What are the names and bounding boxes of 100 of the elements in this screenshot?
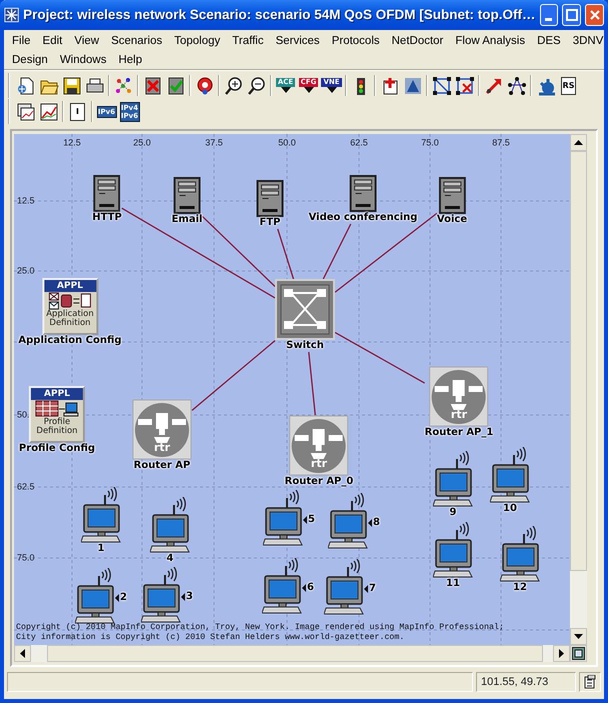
scroll-down-button[interactable] bbox=[570, 628, 587, 645]
node-palette-icon bbox=[114, 76, 134, 96]
label-pointer-icon bbox=[115, 594, 119, 602]
router-type-text: rtr bbox=[152, 442, 172, 454]
right-arrow-icon bbox=[559, 649, 564, 658]
left-arrow-icon bbox=[20, 649, 25, 658]
coordinates-field: 101.55, 49.73 bbox=[476, 672, 576, 692]
ruler-label: 37.5 bbox=[205, 136, 223, 150]
link-line bbox=[277, 228, 294, 280]
new-file-icon bbox=[16, 76, 36, 96]
workstation-icon bbox=[433, 451, 473, 507]
star-diagram-button[interactable] bbox=[505, 74, 528, 97]
ruler-label: 75.0 bbox=[421, 136, 439, 150]
node-label: 2 bbox=[120, 592, 127, 604]
node-label: HTTP bbox=[92, 212, 122, 224]
menu-item[interactable]: Topology bbox=[168, 32, 226, 50]
ruler-label: 12.5 bbox=[17, 194, 35, 208]
down-arrow-icon bbox=[574, 634, 583, 639]
ruler-label: 50.0 bbox=[278, 136, 296, 150]
node-label: Application Config bbox=[18, 335, 122, 347]
node-label: 9 bbox=[450, 507, 456, 519]
application-icons-drawing bbox=[48, 292, 92, 310]
ruler-label: 25.0 bbox=[17, 264, 35, 278]
workstation-icon bbox=[500, 526, 540, 582]
ruler-label: 62.5 bbox=[350, 136, 368, 150]
node-label: 6 bbox=[307, 582, 314, 594]
node-label: Video conferencing bbox=[308, 212, 418, 224]
window-title: Project: wireless network Scenario: scenario 54M QoS OFDM [Subnet: top.Off… bbox=[23, 6, 536, 24]
recover-icon bbox=[166, 76, 186, 96]
menu-item[interactable]: Protocols bbox=[326, 32, 386, 50]
router-icon bbox=[429, 366, 489, 427]
close-icon bbox=[590, 10, 600, 20]
label-pointer-icon bbox=[302, 584, 306, 592]
server-icon bbox=[256, 180, 284, 217]
router-icon bbox=[132, 399, 192, 460]
menu-item[interactable]: Help bbox=[112, 52, 148, 70]
minimize-button[interactable] bbox=[540, 4, 558, 26]
maximize-icon bbox=[566, 9, 578, 21]
menu-item[interactable]: File bbox=[6, 32, 37, 50]
close-button[interactable] bbox=[585, 4, 604, 26]
node-label: 10 bbox=[503, 503, 517, 515]
zoom-in-icon bbox=[224, 76, 244, 96]
server-icon bbox=[174, 177, 200, 214]
star-diagram-icon bbox=[506, 76, 526, 96]
menu-item[interactable]: Edit bbox=[36, 32, 68, 50]
graph-delete-button[interactable] bbox=[453, 74, 476, 97]
ruler-label: 12.5 bbox=[63, 136, 81, 150]
menu-item[interactable]: NetDoctor bbox=[386, 32, 450, 50]
target-icon bbox=[194, 76, 214, 96]
node-label: Voice bbox=[436, 214, 468, 226]
ruler-label: 25.0 bbox=[133, 136, 151, 150]
graph-button[interactable] bbox=[430, 74, 453, 97]
menu-item[interactable]: Services bbox=[270, 32, 326, 50]
menu-item[interactable]: Flow Analysis bbox=[449, 32, 532, 50]
node-badge: APPL bbox=[44, 280, 96, 292]
maximize-button[interactable] bbox=[562, 4, 582, 26]
node-label: 1 bbox=[98, 543, 104, 555]
workstation-icon bbox=[324, 559, 364, 615]
workstation-icon bbox=[150, 497, 190, 553]
menu-item[interactable]: DES bbox=[531, 32, 567, 50]
log-icon bbox=[584, 675, 596, 689]
graph-icon bbox=[432, 76, 452, 96]
menu-item[interactable]: Traffic bbox=[226, 32, 270, 50]
menu-item[interactable]: 3DNV bbox=[566, 32, 608, 50]
node-label: Router AP_0 bbox=[284, 476, 354, 488]
workstation-icon bbox=[433, 522, 473, 578]
node-label: 3 bbox=[186, 591, 193, 603]
failure-icon bbox=[142, 76, 162, 96]
workstation-icon bbox=[262, 558, 302, 614]
save-icon bbox=[62, 76, 82, 96]
node-label: Profile Config bbox=[18, 443, 96, 455]
menu-item[interactable]: Windows bbox=[54, 52, 112, 70]
graph-delete-icon bbox=[454, 76, 474, 96]
navigator-button[interactable] bbox=[570, 645, 587, 662]
node-label: 12 bbox=[513, 582, 527, 594]
link-line bbox=[308, 352, 316, 416]
menu-item[interactable]: Design bbox=[6, 52, 54, 70]
scroll-thumb[interactable] bbox=[570, 151, 587, 571]
navigator-icon bbox=[572, 647, 585, 660]
windows-icon bbox=[16, 102, 36, 122]
scroll-right-button[interactable] bbox=[553, 645, 570, 662]
node-label: Email bbox=[172, 214, 202, 226]
workstation-icon bbox=[81, 487, 121, 543]
scroll-left-button[interactable] bbox=[14, 645, 31, 662]
router-icon bbox=[289, 415, 349, 476]
node-caption: Application Definition bbox=[45, 310, 95, 328]
print-icon bbox=[84, 76, 104, 96]
menu-item[interactable]: Scenarios bbox=[105, 32, 168, 50]
copyright-notice: Copyright (c) 2010 MapInfo Corporation, Troy, New York. Image rendered using MapInfo Professional; City information is Copyright (c) 2010 Stefan Helders www.world-gazetteer.com. bbox=[16, 623, 504, 643]
profile-icons-drawing bbox=[35, 400, 79, 418]
line-chart-icon bbox=[38, 102, 58, 122]
scroll-up-button[interactable] bbox=[570, 134, 587, 151]
workstation-icon bbox=[141, 567, 181, 623]
app-icon bbox=[4, 6, 20, 24]
menu-item[interactable]: View bbox=[68, 32, 106, 50]
node-caption: Profile Definition bbox=[35, 418, 79, 436]
vertical-scrollbar[interactable] bbox=[570, 134, 587, 645]
minimize-icon bbox=[545, 18, 552, 20]
up-arrow-icon bbox=[574, 140, 583, 145]
router-type-text: rtr bbox=[450, 409, 468, 421]
